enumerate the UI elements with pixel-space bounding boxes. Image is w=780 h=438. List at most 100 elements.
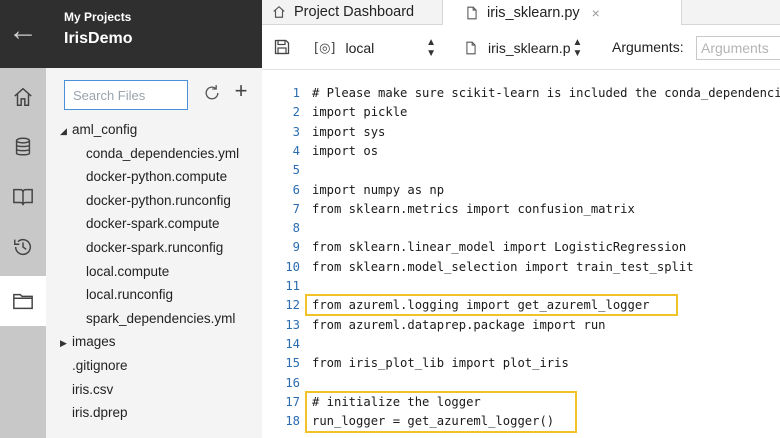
code-line[interactable]: 3 import sys	[262, 123, 386, 142]
project-header: ← My Projects IrisDemo	[0, 0, 262, 68]
database-icon[interactable]	[0, 122, 46, 172]
code-line[interactable]: 7 from sklearn.metrics import confusion_m…	[262, 200, 635, 219]
line-number: 12	[285, 298, 300, 312]
line-number: 8	[292, 221, 300, 235]
code-line[interactable]: 16	[262, 374, 312, 393]
code-text: from sklearn.model_selection import trai…	[312, 260, 694, 274]
code-text: import os	[312, 144, 379, 158]
side-rail	[0, 68, 46, 438]
tree-item-label: docker-spark.compute	[86, 216, 220, 231]
code-line[interactable]: 11	[262, 277, 312, 296]
line-number: 16	[285, 376, 300, 390]
tree-item-label: spark_dependencies.yml	[86, 311, 236, 326]
file-item[interactable]: docker-spark.runconfig	[86, 239, 223, 257]
book-icon[interactable]	[0, 172, 46, 222]
line-number: 13	[285, 318, 300, 332]
line-number: 18	[285, 414, 300, 428]
script-select[interactable]: iris_sklearn.p ▲ ▼	[464, 37, 588, 59]
line-number: 10	[285, 260, 300, 274]
target-icon: [◎]	[314, 40, 336, 56]
code-text: run_logger = get_azureml_logger()	[312, 414, 555, 428]
run-toolbar: [◎] local ▲ ▼ iris_sklearn.p ▲ ▼ Arguments…	[262, 25, 780, 70]
code-line[interactable]: 5	[262, 161, 312, 180]
select-arrows-icon: ▲ ▼	[572, 37, 583, 59]
code-line[interactable]: 6 import numpy as np	[262, 181, 444, 200]
script-value: iris_sklearn.p	[488, 40, 571, 56]
tree-item-label: iris.dprep	[72, 405, 128, 420]
file-item[interactable]: docker-spark.compute	[86, 215, 220, 233]
save-icon[interactable]	[274, 39, 290, 55]
file-item[interactable]: .gitignore	[72, 357, 128, 375]
close-tab-icon[interactable]: ×	[592, 5, 600, 21]
tab-label: Project Dashboard	[294, 4, 415, 20]
history-icon[interactable]	[0, 222, 46, 272]
code-text: from azureml.logging import get_azureml_…	[312, 298, 650, 312]
home-icon	[273, 5, 285, 18]
file-item[interactable]: local.runconfig	[86, 286, 173, 304]
caret-down-icon: ◢	[60, 126, 67, 136]
tab-bar: Project Dashboard iris_sklearn.py ×	[262, 0, 780, 25]
tree-item-label: .gitignore	[72, 358, 128, 373]
tree-item-label: conda_dependencies.yml	[86, 146, 240, 161]
code-line[interactable]: 9 from sklearn.linear_model import Logist…	[262, 238, 687, 257]
line-number: 2	[292, 105, 300, 119]
tree-item-label: iris.csv	[72, 382, 114, 397]
code-line[interactable]: 8	[262, 219, 312, 238]
tree-item-label: local.runconfig	[86, 287, 174, 302]
code-text: from sklearn.linear_model import Logisti…	[312, 240, 687, 254]
file-item[interactable]: local.compute	[86, 263, 169, 281]
code-editor[interactable]: 1 # Please make sure scikit-learn is incl…	[262, 70, 780, 438]
code-line[interactable]: 10 from sklearn.model_selection import tr…	[262, 258, 694, 277]
tab-project-dashboard[interactable]: Project Dashboard	[272, 0, 414, 24]
tree-item-label: images	[72, 334, 116, 349]
code-text: from sklearn.metrics import confusion_ma…	[312, 202, 635, 216]
line-number: 17	[285, 395, 300, 409]
folder-item[interactable]: ▶ images	[60, 333, 116, 352]
code-line[interactable]: 18 run_logger = get_azureml_logger()	[262, 412, 554, 431]
code-line[interactable]: 13 from azureml.dataprep.package import r…	[262, 316, 606, 335]
arguments-input[interactable]	[696, 36, 780, 60]
code-line[interactable]: 4 import os	[262, 142, 378, 161]
line-number: 3	[292, 125, 300, 139]
tab-iris-sklearn[interactable]: iris_sklearn.py ×	[442, 0, 682, 25]
code-text: from iris_plot_lib import plot_iris	[312, 356, 569, 370]
tree-item-label: docker-python.compute	[86, 169, 228, 184]
code-line[interactable]: 17 # initialize the logger	[262, 393, 480, 412]
run-target-select[interactable]: [◎] local ▲ ▼	[314, 37, 436, 59]
code-line[interactable]: 15 from iris_plot_lib import plot_iris	[262, 354, 569, 373]
code-line[interactable]: 2 import pickle	[262, 103, 408, 122]
file-item[interactable]: spark_dependencies.yml	[86, 310, 235, 328]
project-name: IrisDemo	[64, 30, 133, 47]
tree-item-label: docker-spark.runconfig	[86, 240, 224, 255]
caret-right-icon: ▶	[60, 338, 67, 348]
code-text: import sys	[312, 125, 386, 139]
folder-item[interactable]: ◢ aml_config	[60, 121, 137, 140]
refresh-icon[interactable]	[202, 83, 222, 103]
add-file-icon[interactable]: +	[230, 80, 252, 104]
file-item[interactable]: docker-python.runconfig	[86, 192, 231, 210]
home-icon[interactable]	[0, 72, 46, 122]
code-text: import numpy as np	[312, 183, 445, 197]
code-line[interactable]: 12 from azureml.logging import get_azurem…	[262, 296, 650, 315]
line-number: 1	[292, 86, 300, 100]
file-explorer: + ◢ aml_config conda_dependencies.ymldocke…	[46, 68, 263, 438]
tab-label: iris_sklearn.py	[487, 4, 580, 21]
target-value: local	[345, 40, 375, 56]
code-text: from azureml.dataprep.package import run	[312, 318, 606, 332]
select-arrows-icon: ▲ ▼	[426, 37, 436, 59]
file-item[interactable]: docker-python.compute	[86, 168, 227, 186]
code-line[interactable]: 1 # Please make sure scikit-learn is incl…	[262, 84, 780, 103]
file-item[interactable]: iris.dprep	[72, 404, 128, 422]
file-icon	[466, 41, 476, 55]
search-files-input[interactable]	[64, 80, 188, 110]
back-arrow-icon[interactable]: ←	[8, 14, 38, 48]
line-number: 7	[292, 202, 300, 216]
file-item[interactable]: iris.csv	[72, 381, 113, 399]
code-line[interactable]: 14	[262, 335, 312, 354]
line-number: 4	[292, 144, 300, 158]
projects-label: My Projects	[64, 10, 132, 24]
tree-item-label: docker-python.runconfig	[86, 193, 231, 208]
folder-icon[interactable]	[0, 276, 46, 326]
file-item[interactable]: conda_dependencies.yml	[86, 145, 239, 163]
line-number: 15	[285, 356, 300, 370]
